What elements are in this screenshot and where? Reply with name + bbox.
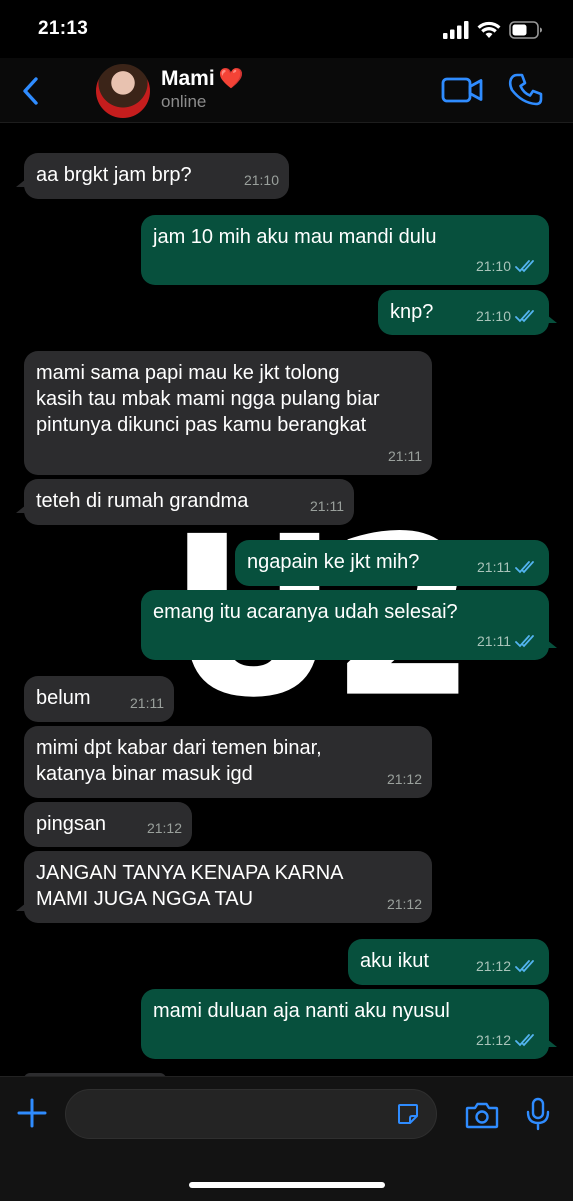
message-time: 21:11 [388, 448, 422, 464]
chat-area[interactable]: U2 aa brgkt jam brp? 21:10 jam 10 mih ak… [0, 123, 573, 1076]
message-time: 21:11 [477, 633, 511, 649]
read-receipt-icon [515, 310, 534, 323]
read-receipt-icon [515, 561, 534, 574]
avatar[interactable] [96, 64, 150, 118]
message-incoming[interactable]: JANGAN TANYA KENAPA KARNA MAMI JUGA NGGA… [16, 851, 432, 923]
status-time: 21:13 [38, 18, 89, 39]
read-receipt-icon [515, 635, 534, 648]
message-time: 21:12 [475, 1032, 511, 1048]
microphone-icon[interactable] [526, 1097, 550, 1131]
message-outgoing[interactable]: jam 10 mih aku mau mandi dulu 21:10 [141, 215, 549, 285]
message-incoming[interactable]: belum 21:11 [24, 676, 174, 722]
message-input[interactable] [65, 1089, 437, 1139]
plus-icon[interactable] [16, 1097, 48, 1129]
message-text: emang itu acaranya udah selesai? [153, 601, 458, 623]
sticker-icon[interactable] [396, 1102, 420, 1126]
message-incoming[interactable]: mimi dpt kabar dari temen binar, katanya… [24, 726, 432, 798]
message-text: mami duluan aja nanti aku nyusul [153, 1000, 450, 1022]
heart-emoji: ❤️ [218, 68, 244, 90]
signal-icon [443, 21, 469, 39]
message-outgoing[interactable]: ngapain ke jkt mih? 21:11 [235, 540, 549, 586]
read-receipt-icon [515, 260, 534, 273]
wifi-icon [477, 21, 501, 38]
message-text: mami sama papi mau ke jkt tolong kasih t… [36, 362, 380, 436]
video-camera-icon[interactable] [440, 74, 484, 106]
message-outgoing[interactable]: mami duluan aja nanti aku nyusul 21:12 [141, 989, 557, 1059]
phone-icon[interactable] [508, 72, 544, 108]
status-icons [443, 19, 543, 41]
input-bar [0, 1076, 573, 1201]
battery-icon [509, 21, 542, 39]
message-time: 21:12 [146, 820, 182, 836]
message-text: aa brgkt jam brp? [36, 164, 192, 186]
message-outgoing[interactable]: aku ikut 21:12 [348, 939, 549, 985]
chat-header: Mami ❤️ online [0, 58, 573, 123]
read-receipt-icon [515, 960, 534, 973]
message-time: 21:10 [243, 172, 279, 188]
contact-name-text: Mami [161, 66, 215, 90]
message-incoming[interactable]: mami sama papi mau ke jkt tolong kasih t… [24, 351, 432, 475]
chevron-left-icon[interactable] [20, 74, 42, 108]
contact-status: online [161, 92, 207, 111]
status-bar: 21:13 [0, 0, 573, 58]
message-time: 21:12 [386, 896, 422, 912]
message-incoming[interactable]: aa brgkt jam brp? 21:10 [16, 153, 289, 199]
message-time: 21:10 [475, 308, 511, 324]
message-time: 21:11 [130, 695, 164, 711]
camera-icon[interactable] [465, 1101, 499, 1129]
message-time: 21:10 [475, 258, 511, 274]
message-text: teteh di rumah grandma [36, 490, 249, 512]
contact-name[interactable]: Mami ❤️ [161, 66, 244, 91]
message-time: 21:12 [475, 958, 511, 974]
message-text: jam 10 mih aku mau mandi dulu [153, 226, 437, 248]
message-text: JANGAN TANYA KENAPA KARNA MAMI JUGA NGGA… [36, 862, 344, 910]
read-receipt-icon [515, 1034, 534, 1047]
message-time: 21:11 [477, 559, 511, 575]
message-outgoing[interactable]: emang itu acaranya udah selesai? 21:11 [141, 590, 557, 660]
message-outgoing[interactable]: knp? 21:10 [378, 290, 557, 335]
message-incoming[interactable]: teteh di rumah grandma 21:11 [16, 479, 354, 525]
message-text: mimi dpt kabar dari temen binar, katanya… [36, 737, 322, 785]
message-time: 21:11 [310, 498, 344, 514]
message-incoming[interactable]: pingsan 21:12 [24, 802, 192, 847]
home-indicator [189, 1182, 385, 1188]
message-time: 21:12 [386, 771, 422, 787]
